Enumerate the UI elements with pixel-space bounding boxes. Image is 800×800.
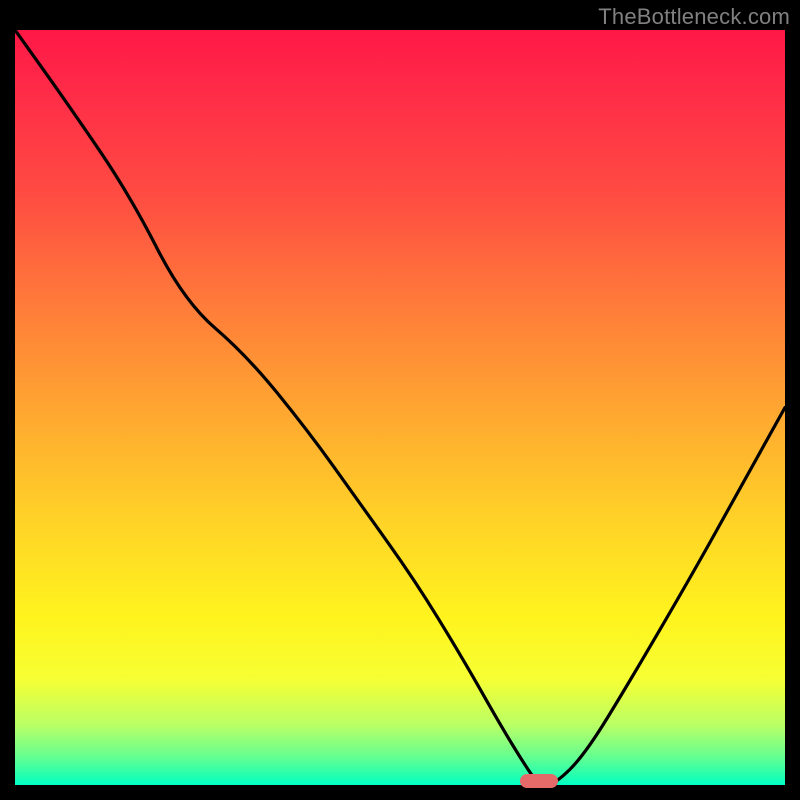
- chart-stage: TheBottleneck.com: [0, 0, 800, 800]
- attribution-text: TheBottleneck.com: [598, 4, 790, 30]
- curve-path: [15, 30, 785, 785]
- optimal-marker: [520, 774, 558, 788]
- bottleneck-curve: [15, 30, 785, 785]
- plot-area: [15, 30, 785, 785]
